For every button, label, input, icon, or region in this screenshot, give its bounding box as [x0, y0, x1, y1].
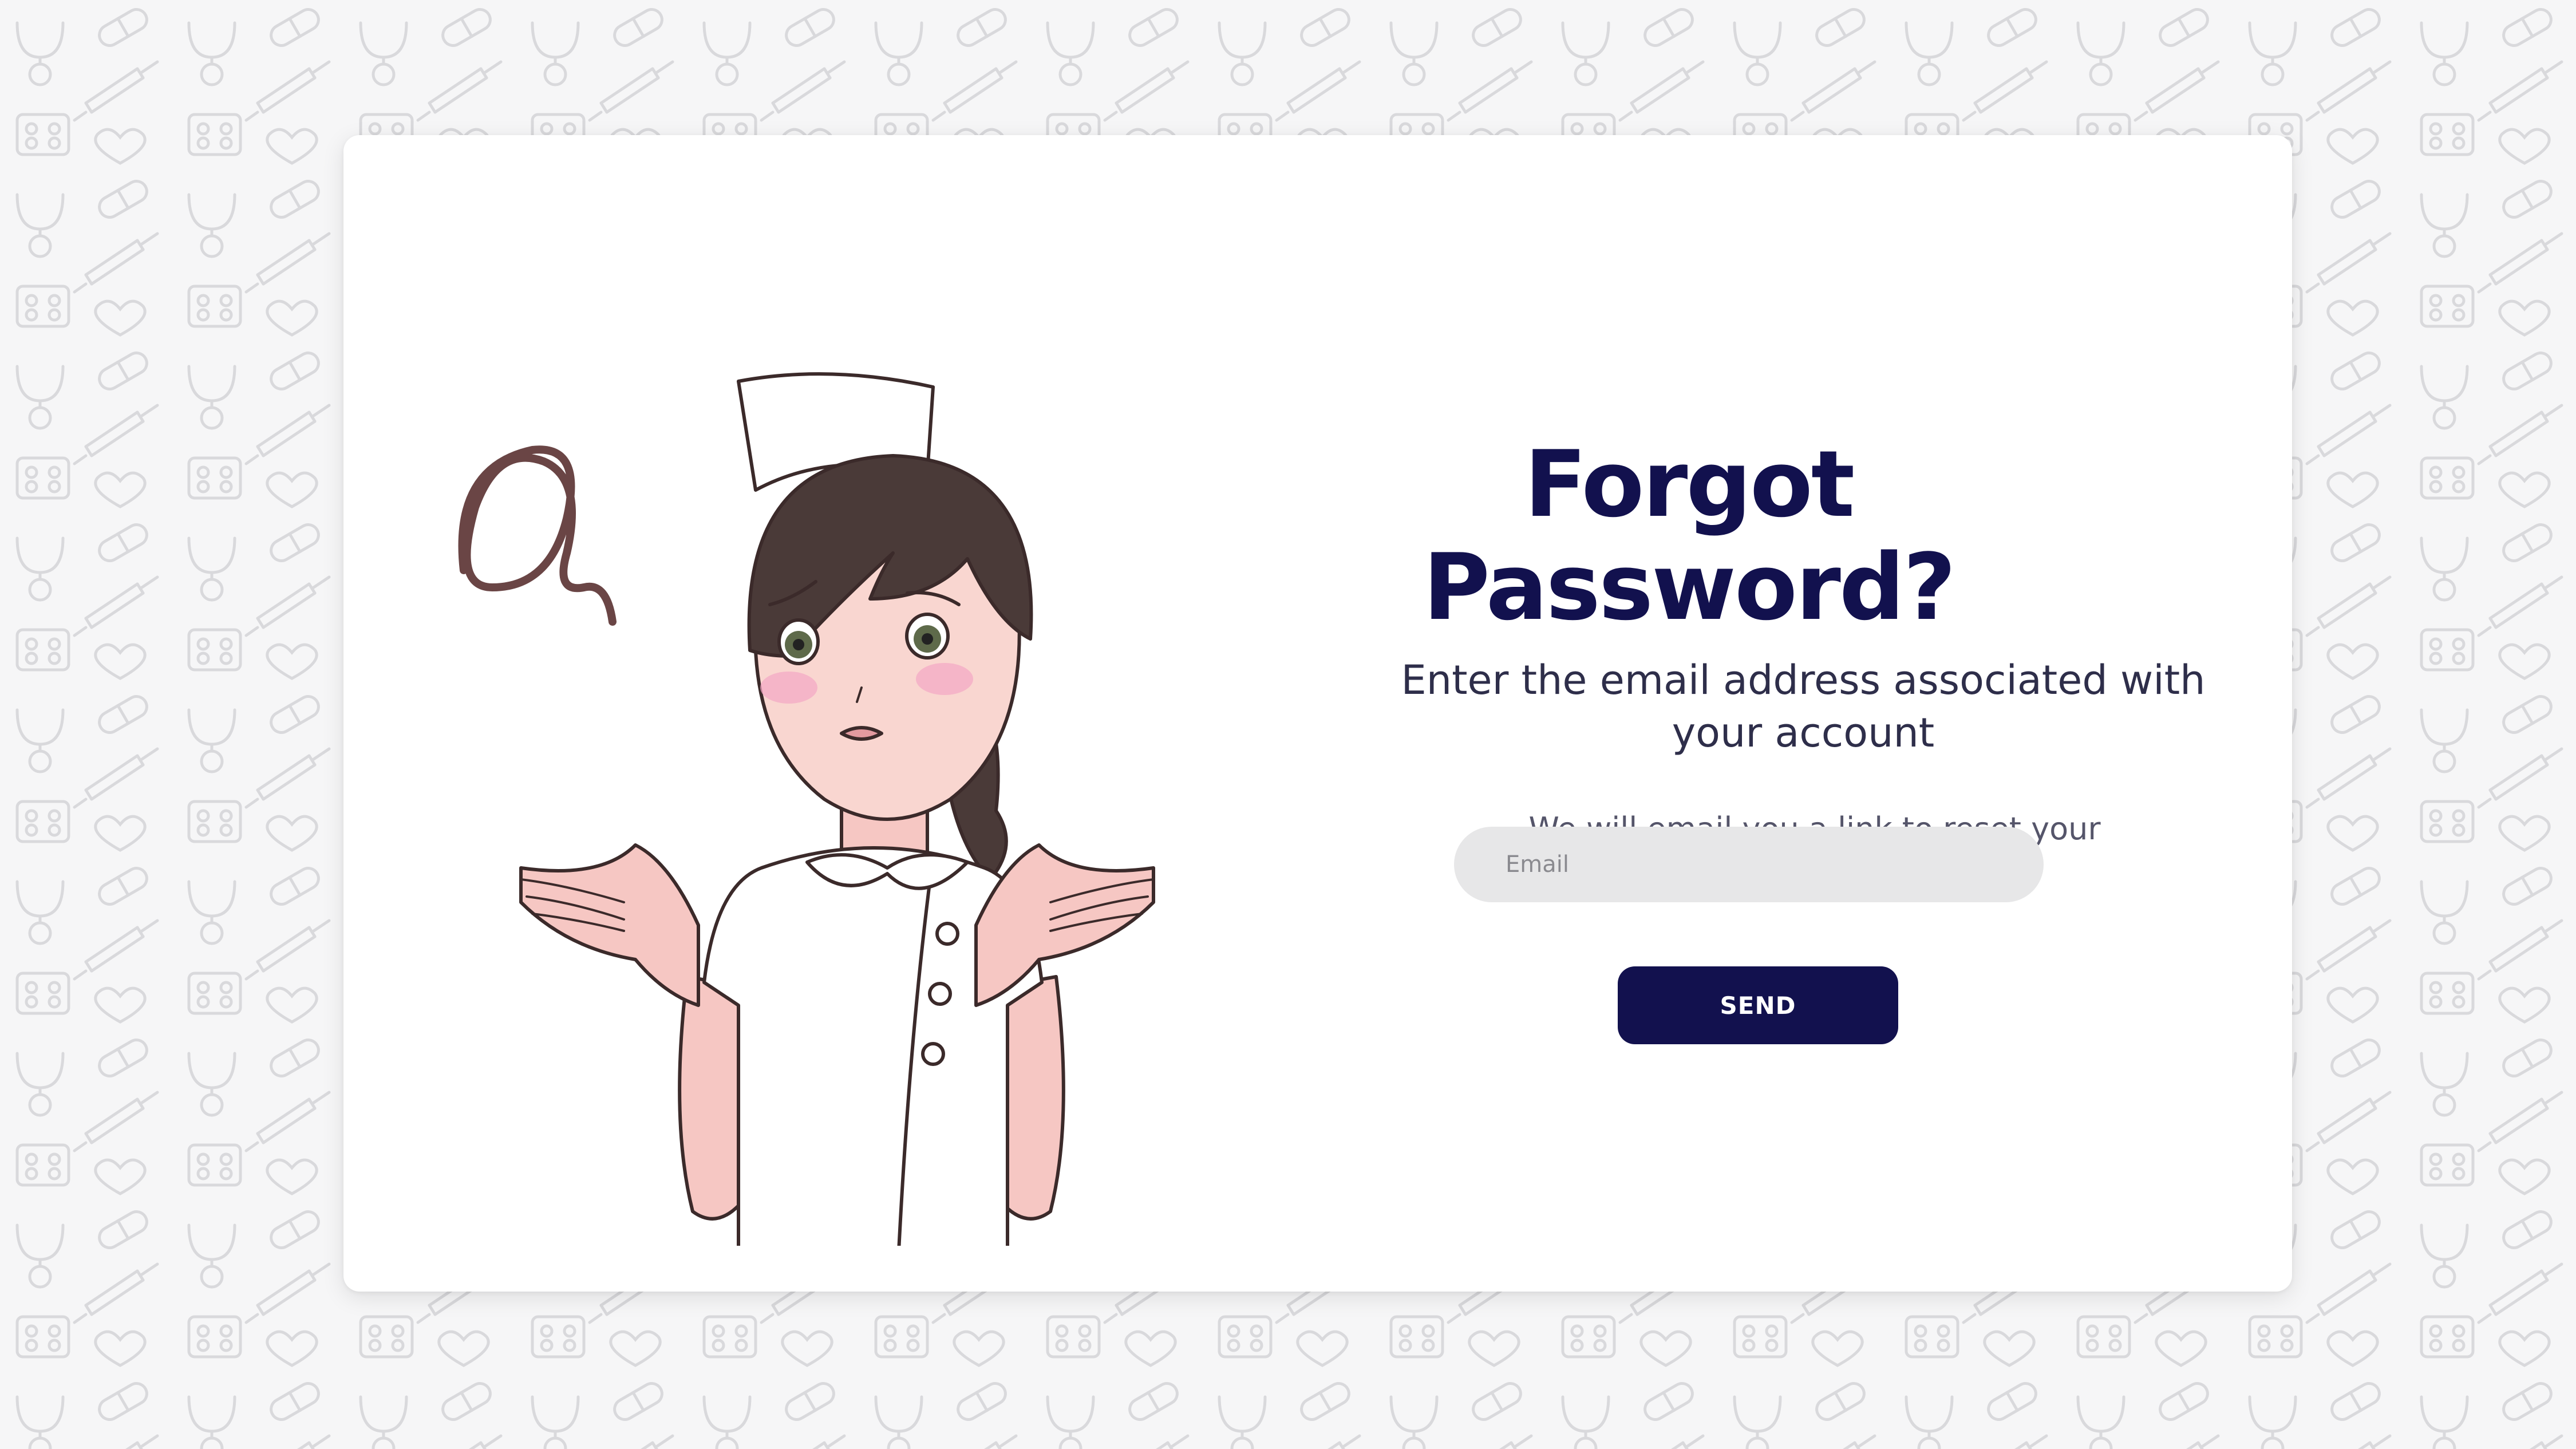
confused-nurse-illustration: [441, 330, 1162, 1253]
forgot-password-card: Forgot Password? Enter the email address…: [343, 135, 2292, 1292]
email-field[interactable]: [1454, 827, 2044, 902]
send-button[interactable]: SEND: [1618, 966, 1898, 1044]
page-subtitle: Enter the email address associated with …: [1401, 657, 2206, 756]
page-title: Forgot Password?: [1423, 431, 1956, 641]
